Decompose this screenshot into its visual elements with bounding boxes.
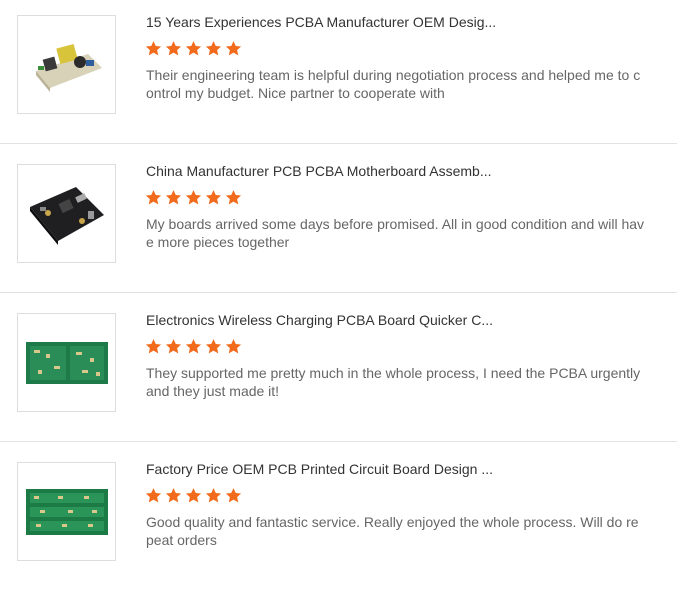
star-icon xyxy=(165,41,182,56)
review-item: Electronics Wireless Charging PCBA Board… xyxy=(0,298,677,447)
product-title[interactable]: Electronics Wireless Charging PCBA Board… xyxy=(146,312,646,328)
review-text: Good quality and fantastic service. Real… xyxy=(146,514,639,548)
review-text: My boards arrived some days before promi… xyxy=(146,216,645,250)
star-icon xyxy=(225,41,242,56)
green-strip-pcb-icon xyxy=(26,489,108,535)
green-panel-pcb-icon xyxy=(26,342,108,384)
star-icon xyxy=(145,339,162,354)
divider xyxy=(0,292,677,293)
star-icon xyxy=(205,339,222,354)
star-rating xyxy=(145,487,242,505)
product-thumbnail[interactable] xyxy=(17,462,116,561)
star-icon xyxy=(185,488,202,503)
review-item: China Manufacturer PCB PCBA Motherboard … xyxy=(0,149,677,298)
star-rating xyxy=(145,189,242,207)
review-text: Their engineering team is helpful during… xyxy=(146,67,641,101)
star-icon xyxy=(165,190,182,205)
star-icon xyxy=(145,488,162,503)
star-icon xyxy=(225,488,242,503)
black-motherboard-pcb-icon xyxy=(30,187,104,245)
star-rating xyxy=(145,40,242,58)
star-icon xyxy=(185,41,202,56)
star-icon xyxy=(145,190,162,205)
star-rating xyxy=(145,338,242,356)
divider xyxy=(0,143,677,144)
review-item: 15 Years Experiences PCBA Manufacturer O… xyxy=(0,0,677,149)
star-icon xyxy=(205,190,222,205)
star-icon xyxy=(145,41,162,56)
product-title[interactable]: China Manufacturer PCB PCBA Motherboard … xyxy=(146,163,646,179)
review-text: They supported me pretty much in the who… xyxy=(146,365,641,399)
product-thumbnail[interactable] xyxy=(17,164,116,263)
product-title[interactable]: Factory Price OEM PCB Printed Circuit Bo… xyxy=(146,461,646,477)
star-icon xyxy=(185,339,202,354)
review-item: Factory Price OEM PCB Printed Circuit Bo… xyxy=(0,447,677,596)
product-title[interactable]: 15 Years Experiences PCBA Manufacturer O… xyxy=(146,14,646,30)
product-thumbnail[interactable] xyxy=(17,313,116,412)
star-icon xyxy=(165,488,182,503)
star-icon xyxy=(225,190,242,205)
star-icon xyxy=(165,339,182,354)
star-icon xyxy=(205,41,222,56)
divider xyxy=(0,441,677,442)
power-module-pcb-icon xyxy=(36,43,102,92)
star-icon xyxy=(205,488,222,503)
star-icon xyxy=(225,339,242,354)
product-thumbnail[interactable] xyxy=(17,15,116,114)
star-icon xyxy=(185,190,202,205)
